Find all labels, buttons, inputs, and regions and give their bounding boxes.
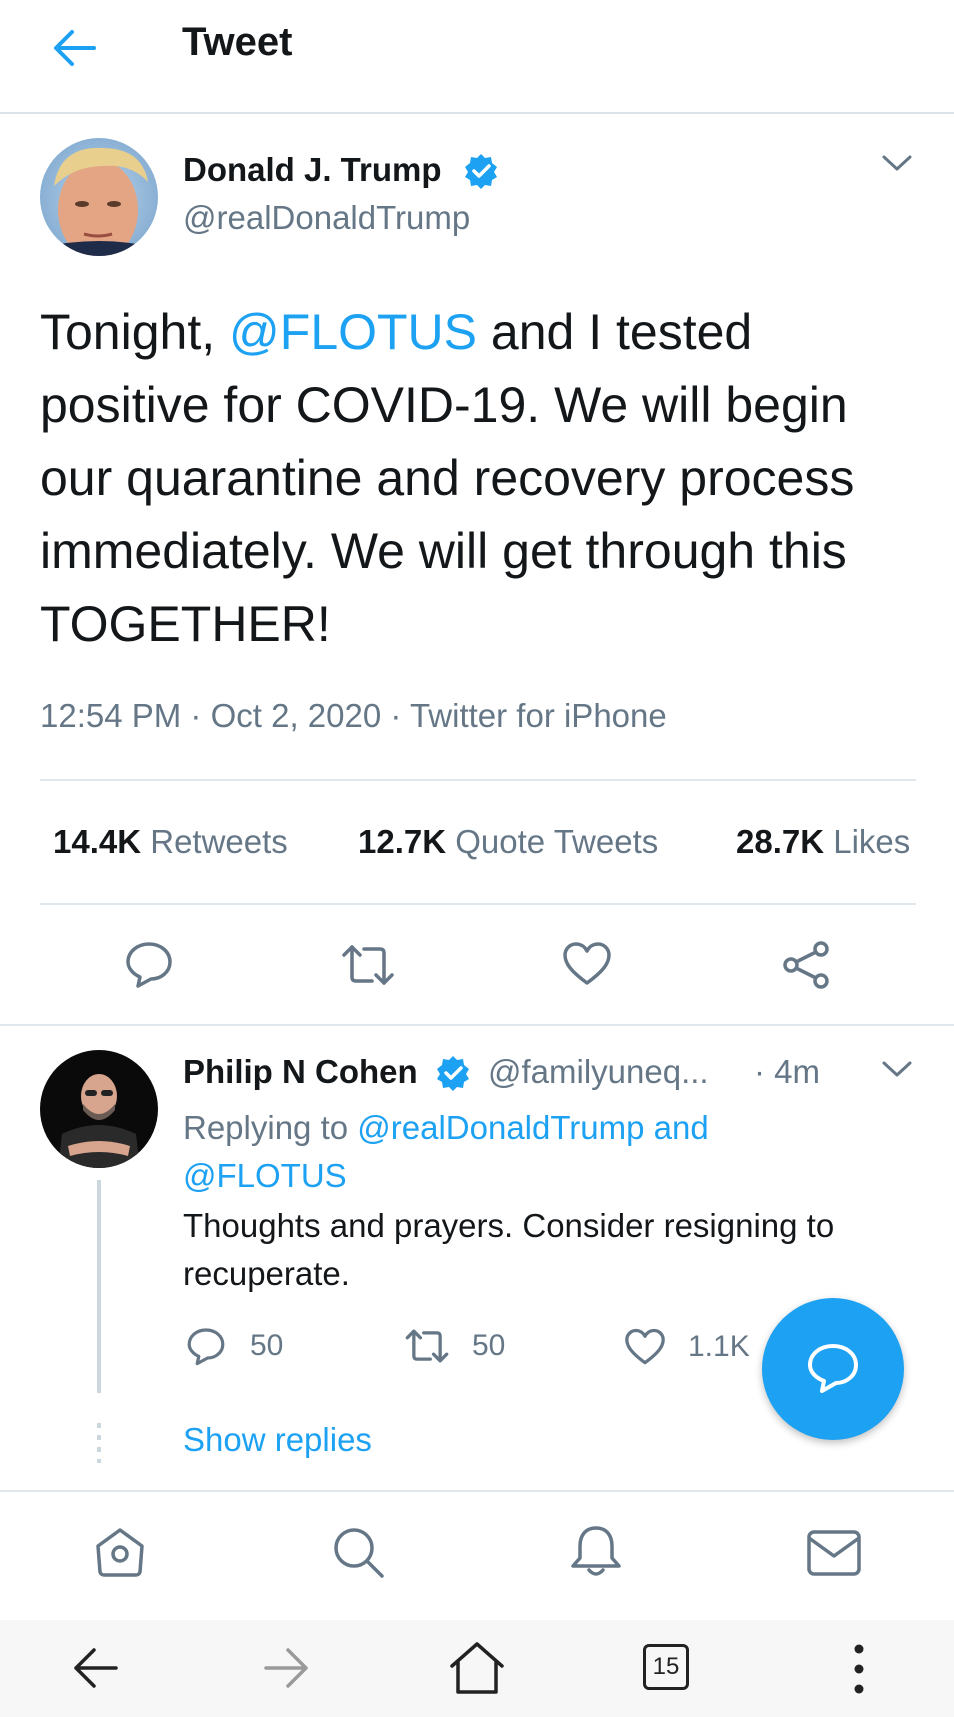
divider [0, 1024, 954, 1026]
mention-link[interactable]: @FLOTUS [229, 304, 477, 360]
notifications-icon[interactable] [568, 1522, 624, 1580]
reply-header: Philip N Cohen [183, 1053, 418, 1091]
reply-icon[interactable] [124, 939, 174, 989]
reply-count: 50 [250, 1329, 284, 1362]
reply-menu-chevron-icon[interactable] [880, 1058, 914, 1080]
browser-toolbar: 15 [0, 1620, 954, 1717]
browser-menu-icon[interactable] [852, 1640, 866, 1698]
verified-badge-icon [462, 152, 500, 190]
verified-badge-icon [434, 1054, 472, 1092]
tweet-text: Tonight, @FLOTUS and I tested positive f… [40, 296, 920, 661]
browser-home-icon[interactable] [448, 1640, 506, 1696]
reply-text: Thoughts and prayers. Consider resigning… [183, 1207, 835, 1292]
tweet-meta: 12:54 PM · Oct 2, 2020 · Twitter for iPh… [40, 697, 667, 735]
author-avatar[interactable] [40, 138, 158, 256]
tweet-text-part: Tonight, [40, 304, 230, 360]
replying-and: and [644, 1109, 709, 1146]
likes-label: Likes [833, 823, 911, 860]
browser-forward-icon[interactable] [260, 1642, 312, 1694]
separator: · [190, 697, 202, 734]
bottom-tab-bar [0, 1490, 954, 1622]
reply-reply-action[interactable]: 50 [186, 1326, 283, 1366]
messages-icon[interactable] [806, 1528, 862, 1578]
search-icon[interactable] [330, 1524, 386, 1580]
page-title: Tweet [182, 20, 293, 64]
tweet-date: Oct 2, 2020 [210, 697, 382, 734]
show-replies-link[interactable]: Show replies [183, 1421, 372, 1459]
like-icon [625, 1328, 665, 1365]
tweet-source[interactable]: Twitter for iPhone [410, 697, 667, 734]
likes-stat[interactable]: 28.7K Likes [736, 823, 910, 861]
mention-link[interactable]: @realDonaldTrump [357, 1109, 644, 1146]
quote-tweets-label: Quote Tweets [455, 823, 659, 860]
replying-to: Replying to @realDonaldTrump and @FLOTUS [183, 1104, 803, 1200]
thread-dots [97, 1423, 101, 1463]
reply-time-row: · 4m [754, 1053, 820, 1091]
reply-author-avatar[interactable] [40, 1050, 158, 1168]
like-count: 1.1K [688, 1330, 750, 1363]
reply-icon [187, 1328, 225, 1366]
reply-author-name[interactable]: Philip N Cohen [183, 1053, 418, 1090]
compose-reply-button[interactable] [762, 1298, 904, 1440]
separator: · [754, 1053, 765, 1090]
home-icon[interactable] [92, 1524, 148, 1580]
retweet-count: 50 [472, 1329, 506, 1362]
author-handle[interactable]: @realDonaldTrump [183, 199, 470, 237]
separator: · [390, 697, 402, 734]
divider [40, 903, 916, 905]
retweet-icon[interactable] [340, 941, 396, 989]
retweets-count: 14.4K [53, 823, 142, 860]
thread-line [97, 1180, 101, 1393]
likes-count: 28.7K [736, 823, 825, 860]
like-icon[interactable] [562, 941, 612, 987]
reply-time: 4m [774, 1053, 821, 1090]
divider [40, 779, 916, 781]
browser-tabs-button[interactable]: 15 [643, 1644, 689, 1690]
share-icon[interactable] [781, 940, 831, 990]
retweets-label: Retweets [150, 823, 288, 860]
author-name[interactable]: Donald J. Trump [183, 151, 442, 189]
mention-link[interactable]: @FLOTUS [183, 1157, 347, 1194]
browser-back-icon[interactable] [70, 1642, 122, 1694]
quote-tweets-stat[interactable]: 12.7K Quote Tweets [358, 823, 658, 861]
reply-author-handle[interactable]: @familyuneq... [488, 1053, 709, 1091]
reply-like-action[interactable]: 1.1K [624, 1328, 750, 1366]
replying-prefix: Replying to [183, 1109, 358, 1146]
retweet-icon [405, 1329, 449, 1363]
reply-retweet-action[interactable]: 50 [404, 1326, 505, 1366]
top-app-bar: Tweet [0, 0, 954, 114]
tweet-menu-chevron-icon[interactable] [880, 152, 914, 174]
back-arrow-icon[interactable] [50, 26, 100, 70]
compose-reply-icon [808, 1344, 858, 1393]
tabs-count: 15 [652, 1653, 680, 1680]
quote-tweets-count: 12.7K [358, 823, 447, 860]
retweets-stat[interactable]: 14.4K Retweets [53, 823, 288, 861]
tweet-time: 12:54 PM [40, 697, 182, 734]
